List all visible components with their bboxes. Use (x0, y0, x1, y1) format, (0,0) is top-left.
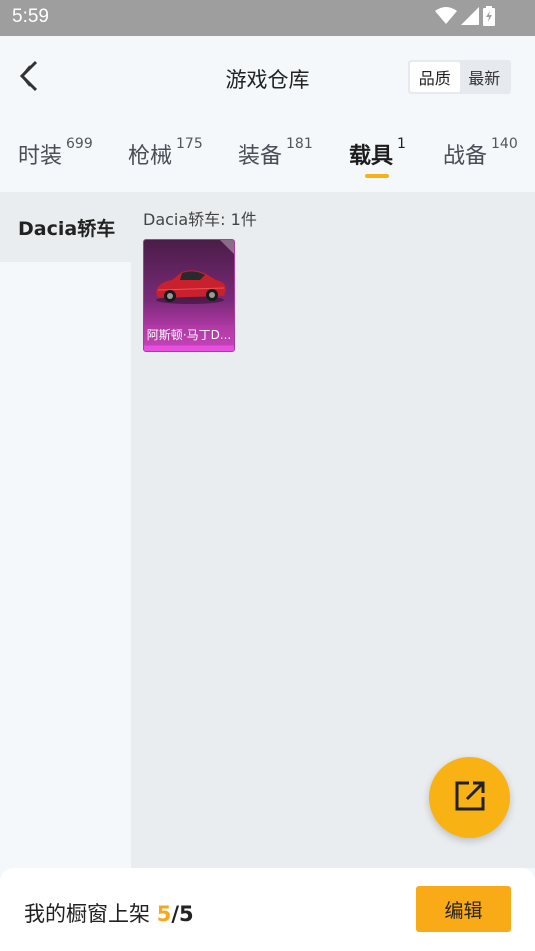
tab-equipment[interactable]: 装备 181 (238, 136, 313, 170)
tab-label: 枪械 (128, 144, 173, 169)
sidebar: Dacia轿车 (0, 192, 131, 868)
tab-count: 1 (397, 136, 406, 152)
sidebar-item-dacia-sedan[interactable]: Dacia轿车 (0, 192, 131, 262)
tab-label: 时装 (18, 144, 63, 169)
sort-toggle: 品质 最新 (408, 60, 511, 94)
status-icons (435, 6, 495, 30)
tab-fashion[interactable]: 时装 699 (18, 136, 93, 170)
showcase-count: 5 (156, 902, 172, 926)
tab-vehicles[interactable]: 载具 1 (349, 136, 406, 170)
category-tabs: 时装 699 枪械 175 装备 181 载具 1 战备 140 (0, 120, 535, 190)
tab-label: 战备 (443, 144, 488, 169)
tab-battle-gear[interactable]: 战备 140 (443, 136, 518, 170)
sort-option-newest[interactable]: 最新 (460, 62, 510, 92)
status-bar: 5:59 (0, 0, 535, 36)
showcase-separator: / (171, 902, 179, 926)
tab-label: 装备 (238, 144, 283, 169)
item-name: 阿斯顿·马丁D... (144, 325, 234, 345)
showcase-label: 我的橱窗上架 (24, 902, 150, 926)
showcase-total: 5 (178, 902, 194, 926)
sort-option-quality[interactable]: 品质 (410, 62, 460, 92)
tab-count: 699 (66, 136, 93, 152)
tab-count: 140 (491, 136, 518, 152)
item-card[interactable]: 阿斯顿·马丁D... (143, 239, 235, 352)
tab-count: 181 (286, 136, 313, 152)
tab-firearms[interactable]: 枪械 175 (128, 136, 203, 170)
wifi-icon (435, 7, 457, 29)
group-title: Dacia轿车: 1件 (143, 210, 257, 229)
active-tab-indicator (365, 174, 389, 178)
tab-label: 载具 (349, 144, 394, 169)
rarity-bar (144, 346, 234, 351)
item-card-corner (220, 240, 234, 254)
share-button[interactable] (429, 757, 510, 838)
share-external-icon (453, 779, 487, 817)
showcase-status: 我的橱窗上架 5/5 (24, 898, 194, 928)
battery-icon (483, 6, 495, 30)
tab-count: 175 (176, 136, 203, 152)
status-time: 5:59 (12, 6, 49, 27)
car-image (150, 260, 230, 312)
edit-button[interactable]: 编辑 (416, 886, 511, 932)
footer: 我的橱窗上架 5/5 编辑 (0, 868, 535, 951)
header: 游戏仓库 品质 最新 (0, 36, 535, 120)
signal-icon (461, 7, 479, 29)
